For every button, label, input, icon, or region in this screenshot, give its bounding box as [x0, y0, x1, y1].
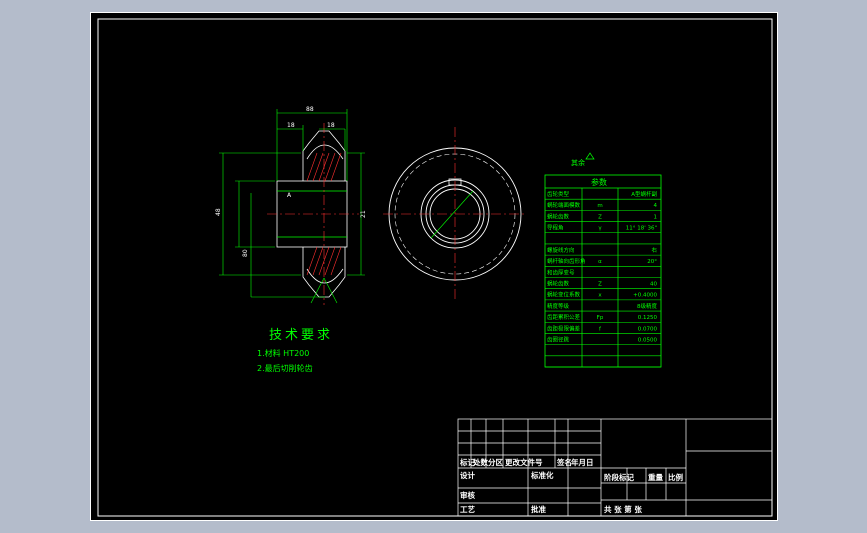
- param-cell-val: 1: [654, 214, 658, 220]
- param-cell-name: 蜗轮齿数: [547, 280, 570, 288]
- param-cell-name: 齿距累积公差: [547, 313, 581, 321]
- roughness-text: 其余: [571, 158, 585, 167]
- tb-change-label: 分区: [488, 457, 503, 467]
- dim-label: 48: [215, 208, 222, 216]
- param-cell-val: 0.0700: [638, 326, 658, 332]
- tb-change-label: 处数: [472, 457, 488, 467]
- param-cell-val: 0.0500: [638, 337, 658, 343]
- param-cell-val: 40: [650, 282, 657, 288]
- param-cell-sym: f: [599, 326, 602, 332]
- param-cell-val: A型蜗杆副: [631, 190, 657, 198]
- tb-change-label: 更改文件号: [505, 457, 543, 467]
- param-cell-sym: α: [598, 259, 602, 265]
- cad-drawing: 88 18 18 48 80 21 A 技术要求 1.材料 HT200 2.最后…: [97, 18, 773, 517]
- param-cell-name: 和齿厚变号: [547, 268, 575, 276]
- tb-design: 设计: [460, 470, 475, 480]
- dim-label: 18: [287, 122, 295, 129]
- param-cell-name: 精度等级: [547, 302, 570, 310]
- param-cell-name: 齿轮类型: [547, 190, 570, 198]
- param-cell-val: 8级精度: [637, 302, 657, 310]
- dim-label: 21: [360, 210, 367, 218]
- param-cell-sym: Z: [598, 282, 602, 288]
- param-cell-name: 齿圈径跳: [547, 335, 570, 343]
- param-cell-name: 蜗杆轴向齿形角: [547, 257, 586, 265]
- tb-stage: 阶段标记: [604, 472, 634, 482]
- tb-process: 工艺: [460, 504, 475, 514]
- param-cell-val: 11° 18' 36": [626, 226, 657, 232]
- tb-review: 审核: [460, 490, 475, 500]
- param-cell-name: 螺旋线方向: [547, 246, 575, 254]
- param-cell-sym: Fp: [597, 315, 604, 321]
- param-cell-name: 导程角: [547, 224, 564, 232]
- param-cell-sym: x: [598, 293, 602, 299]
- tb-standard: 标准化: [530, 470, 554, 480]
- tb-approve: 批准: [531, 504, 546, 514]
- param-cell-sym: γ: [598, 226, 602, 232]
- roughness-note: 其余: [571, 152, 595, 167]
- param-cell-val: 20°: [647, 259, 657, 265]
- param-cell-sym: Z: [598, 214, 602, 220]
- param-table-title: 参数: [591, 177, 607, 187]
- param-cell-val: +0.4000: [633, 293, 657, 299]
- param-cell-val: 4: [654, 203, 658, 209]
- dim-label: 80: [242, 249, 249, 257]
- param-cell-name: 蜗轮齿数: [547, 212, 570, 220]
- dim-label: 88: [306, 106, 314, 113]
- param-table: 参数 齿轮类型 A型蜗杆副蜗轮端面模数 m 4 蜗轮齿数 Z 1 导程角 γ 11° 18' 36…: [544, 174, 662, 368]
- tb-change-label: 年月日: [571, 457, 594, 467]
- inner-border: [97, 18, 773, 517]
- param-cell-name: 齿距极限偏差: [547, 324, 581, 332]
- dim-label: 18: [327, 122, 335, 129]
- tech-item: 1.材料 HT200: [257, 348, 309, 358]
- tech-title: 技术要求: [269, 328, 333, 343]
- drawing-sheet: 88 18 18 48 80 21 A 技术要求 1.材料 HT200 2.最后…: [90, 12, 778, 521]
- param-cell-sym: m: [597, 203, 602, 209]
- front-view: [383, 127, 527, 301]
- section-view: 88 18 18 48 80 21 A: [215, 106, 367, 305]
- param-cell-val: 右: [651, 246, 657, 254]
- param-cell-val: 0.1250: [638, 315, 658, 321]
- tb-scale: 比例: [668, 472, 683, 482]
- param-cell-name: 蜗轮变位系数: [547, 291, 581, 299]
- tb-sheet: 共 张 第 张: [604, 504, 642, 514]
- title-block: [457, 418, 773, 517]
- param-cell-name: 蜗轮端面模数: [547, 201, 581, 209]
- tech-item: 2.最后切削轮齿: [257, 363, 313, 373]
- tech-requirements: 技术要求 1.材料 HT200 2.最后切削轮齿: [257, 328, 333, 373]
- tb-change-label: 签名: [556, 457, 572, 467]
- tb-weight: 重量: [648, 472, 663, 482]
- section-label-a: A: [287, 192, 292, 199]
